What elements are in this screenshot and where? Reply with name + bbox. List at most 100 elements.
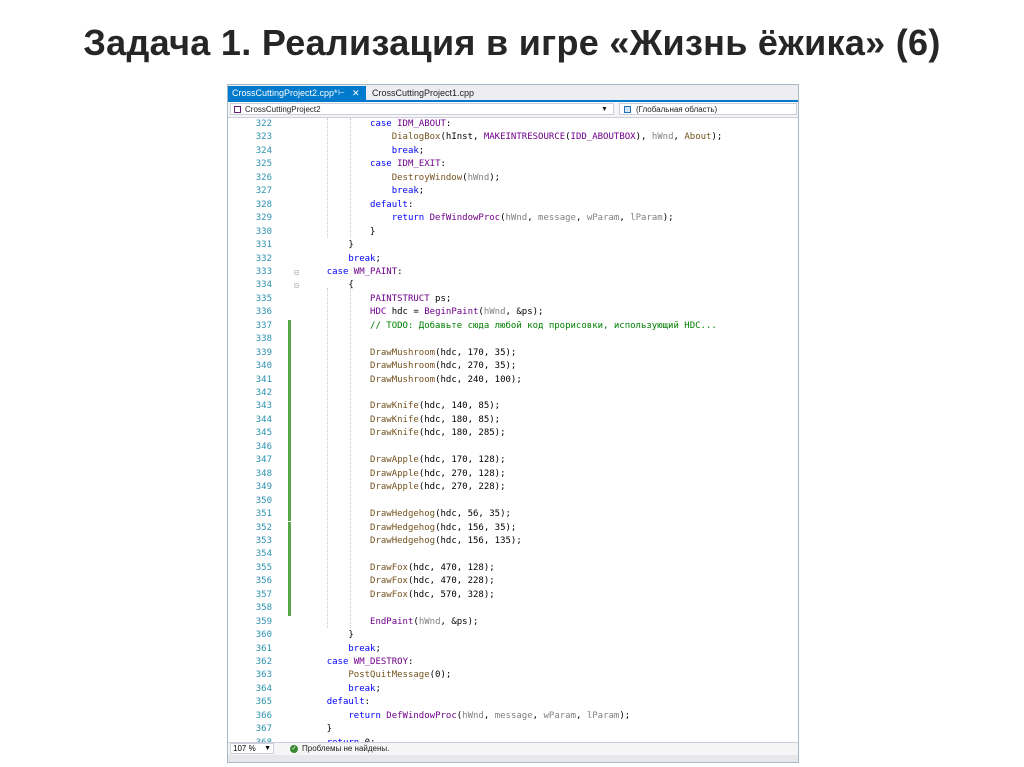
chevron-down-icon: ▼: [601, 106, 608, 113]
code-line[interactable]: 361 break;: [228, 643, 798, 656]
code-line[interactable]: 357 DrawFox(hdc, 570, 328);: [228, 588, 798, 603]
code-line[interactable]: 347 DrawApple(hdc, 170, 128);: [228, 454, 798, 468]
code-line[interactable]: 365 default:: [228, 696, 798, 709]
code-text: DrawHedgehog(hdc, 156, 135);: [370, 535, 522, 546]
code-line[interactable]: 342: [228, 387, 798, 401]
code-line[interactable]: 351 DrawHedgehog(hdc, 56, 35);: [228, 508, 798, 522]
fold-toggle-icon[interactable]: ⊟: [294, 266, 299, 279]
close-icon[interactable]: ✕: [352, 86, 360, 100]
change-marker: [288, 319, 291, 334]
code-line[interactable]: 334 ⊟ {: [228, 279, 798, 292]
code-line[interactable]: 335 PAINTSTRUCT ps;: [228, 293, 798, 306]
code-line[interactable]: 323 DialogBox(hInst, MAKEINTRESOURCE(IDD…: [228, 131, 798, 144]
project-icon: [234, 106, 241, 113]
horizontal-scrollbar[interactable]: [228, 755, 798, 762]
line-number: 351: [255, 509, 272, 520]
code-text: {: [305, 280, 354, 291]
tab-crosscuttingproject2-cpp[interactable]: CrossCuttingProject2.cpp* ⊢ ✕: [228, 86, 366, 100]
zoom-level: 107 %: [233, 744, 256, 753]
code-line[interactable]: 329 return DefWindowProc(hWnd, message, …: [228, 212, 798, 225]
issues-status[interactable]: Проблемы не найдены.: [302, 743, 389, 755]
change-marker: [288, 427, 291, 441]
change-marker: [288, 467, 291, 482]
code-line[interactable]: 349 DrawApple(hdc, 270, 228);: [228, 481, 798, 495]
code-line[interactable]: 350: [228, 494, 798, 509]
code-text: PAINTSTRUCT ps;: [370, 293, 452, 304]
code-line[interactable]: 366 return DefWindowProc(hWnd, message, …: [228, 710, 798, 723]
code-editor[interactable]: 322 case IDM_ABOUT: 323 DialogBox(hInst, …: [228, 118, 798, 748]
code-text: DrawMushroom(hdc, 270, 35);: [370, 361, 517, 372]
code-text: }: [305, 724, 333, 735]
scope-dropdown[interactable]: (Глобальная область): [619, 103, 797, 115]
code-line[interactable]: 337 // TODO: Добавьте сюда любой код про…: [228, 319, 798, 334]
code-text: HDC hdc = BeginPaint(hWnd, &ps);: [370, 307, 544, 318]
code-line[interactable]: 333 ⊟ case WM_PAINT:: [228, 266, 798, 279]
line-number: 355: [255, 562, 272, 573]
code-line[interactable]: 346: [228, 440, 798, 455]
code-text: return DefWindowProc(hWnd, message, wPar…: [348, 710, 631, 721]
document-tab-bar: CrossCuttingProject2.cpp* ⊢ ✕ CrossCutti…: [228, 85, 798, 102]
line-number: 333: [255, 266, 272, 277]
change-marker: [288, 575, 291, 589]
line-number: 361: [255, 643, 272, 654]
code-line[interactable]: 340 DrawMushroom(hdc, 270, 35);: [228, 360, 798, 374]
code-line[interactable]: 352 DrawHedgehog(hdc, 156, 35);: [228, 521, 798, 535]
code-line[interactable]: 348 DrawApple(hdc, 270, 128);: [228, 467, 798, 482]
line-number: 345: [255, 428, 272, 439]
code-line[interactable]: 358: [228, 602, 798, 616]
line-number: 367: [255, 724, 272, 735]
code-line[interactable]: 354: [228, 548, 798, 562]
code-text: DrawMushroom(hdc, 240, 100);: [370, 374, 522, 385]
code-line[interactable]: 345 DrawKnife(hdc, 180, 285);: [228, 427, 798, 441]
code-text: default:: [326, 697, 371, 708]
code-line[interactable]: 364 break;: [228, 683, 798, 696]
change-marker: [288, 413, 291, 428]
code-line[interactable]: 355 DrawFox(hdc, 470, 128);: [228, 561, 798, 576]
code-line[interactable]: 339 DrawMushroom(hdc, 170, 35);: [228, 346, 798, 361]
code-text: break;: [391, 186, 425, 197]
project-dropdown[interactable]: CrossCuttingProject2 ▼: [230, 103, 614, 115]
code-text: // TODO: Добавьте сюда любой код прорисо…: [370, 320, 717, 331]
code-line[interactable]: 326 DestroyWindow(hWnd);: [228, 172, 798, 185]
code-text: case WM_PAINT:: [326, 266, 403, 277]
code-text: DrawApple(hdc, 170, 128);: [370, 455, 506, 466]
code-line[interactable]: 332 break;: [228, 253, 798, 266]
code-text: case IDM_ABOUT:: [370, 119, 452, 129]
code-line[interactable]: 360 }: [228, 629, 798, 642]
line-number: 338: [255, 334, 272, 345]
line-number: 328: [255, 199, 272, 210]
code-line[interactable]: 344 DrawKnife(hdc, 180, 85);: [228, 413, 798, 428]
line-number: 327: [255, 186, 272, 197]
code-line[interactable]: 325 case IDM_EXIT:: [228, 158, 798, 171]
code-line[interactable]: 367 }: [228, 723, 798, 736]
change-marker: [288, 333, 291, 347]
fold-toggle-icon[interactable]: ⊟: [294, 279, 299, 292]
code-text: EndPaint(hWnd, &ps);: [370, 616, 479, 627]
change-marker: [288, 521, 291, 535]
code-line[interactable]: 353 DrawHedgehog(hdc, 156, 135);: [228, 534, 798, 549]
code-line[interactable]: 363 PostQuitMessage(0);: [228, 669, 798, 682]
code-text: PostQuitMessage(0);: [348, 670, 452, 681]
zoom-dropdown[interactable]: 107 % ▼: [230, 743, 274, 754]
code-line[interactable]: 341 DrawMushroom(hdc, 240, 100);: [228, 373, 798, 387]
code-line[interactable]: 336 HDC hdc = BeginPaint(hWnd, &ps);: [228, 306, 798, 319]
code-editor-window: CrossCuttingProject2.cpp* ⊢ ✕ CrossCutti…: [227, 84, 799, 763]
line-number: 360: [255, 630, 272, 641]
code-line[interactable]: 338: [228, 333, 798, 347]
code-line[interactable]: 331 }: [228, 239, 798, 252]
code-line[interactable]: 343 DrawKnife(hdc, 140, 85);: [228, 400, 798, 414]
code-line[interactable]: 362 case WM_DESTROY:: [228, 656, 798, 669]
tab-crosscuttingproject1-cpp[interactable]: CrossCuttingProject1.cpp: [368, 86, 488, 100]
change-marker: [288, 602, 291, 616]
code-line[interactable]: 328 default:: [228, 199, 798, 212]
pin-icon[interactable]: ⊢: [338, 86, 345, 100]
code-text: break;: [348, 683, 381, 694]
change-marker: [288, 494, 291, 509]
code-line[interactable]: 359 EndPaint(hWnd, &ps);: [228, 616, 798, 629]
code-line[interactable]: 322 case IDM_ABOUT:: [228, 118, 798, 131]
line-number: 354: [255, 549, 272, 560]
code-line[interactable]: 356 DrawFox(hdc, 470, 228);: [228, 575, 798, 589]
code-line[interactable]: 327 break;: [228, 185, 798, 198]
code-line[interactable]: 330 }: [228, 226, 798, 239]
code-line[interactable]: 324 break;: [228, 145, 798, 158]
